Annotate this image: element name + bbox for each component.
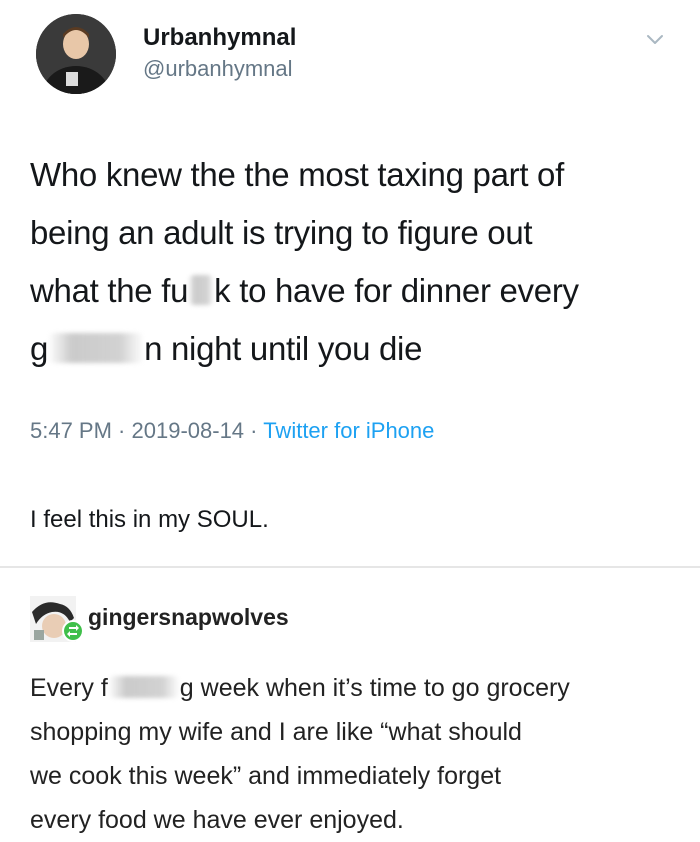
- tweet-text-line: Who knew the the most taxing part of: [30, 156, 564, 193]
- reblog-text-line: shopping my wife and I are like “what sh…: [30, 718, 522, 746]
- reblog-text-line: Every f g week when it’s time to go groce…: [30, 666, 680, 710]
- reblog-icon: [62, 620, 84, 642]
- reblog-text-line: we cook this week” and immediately forge…: [30, 762, 502, 790]
- tweet-date[interactable]: 2019-08-14: [132, 418, 245, 443]
- censor-blur: [48, 332, 145, 363]
- reblog-text-fragment: Every f: [30, 674, 108, 702]
- tweet-header: Urbanhymnal @urbanhymnal: [30, 14, 680, 94]
- tweet-time[interactable]: 5:47 PM: [30, 418, 112, 443]
- meta-separator: ·: [111, 418, 132, 443]
- reblog-comment: gingersnapwolves Every f g week when it’s…: [0, 568, 700, 834]
- meta-separator: ·: [244, 418, 264, 443]
- tweet-card: Urbanhymnal @urbanhymnal Who knew the th…: [0, 0, 700, 566]
- reblog-text-fragment: g week when it’s time to go grocery: [179, 674, 570, 702]
- reblog-text-line: every food we have ever enjoyed.: [30, 806, 404, 834]
- tweet-meta: 5:47 PM · 2019-08-14 · Twitter for iPhon…: [30, 414, 434, 448]
- tweet-text-line: g n night until you die: [30, 320, 680, 378]
- user-names: Urbanhymnal @urbanhymnal: [143, 24, 296, 84]
- censor-blur: [107, 675, 180, 698]
- user-handle[interactable]: @urbanhymnal: [143, 54, 296, 84]
- display-name[interactable]: Urbanhymnal: [143, 24, 296, 52]
- reblog-username[interactable]: gingersnapwolves: [88, 602, 289, 632]
- chevron-down-icon[interactable]: [644, 28, 666, 50]
- tweet-text-fragment: what the fu: [30, 272, 189, 309]
- reblog-icon-glyph: [67, 625, 79, 637]
- tweet-text-line: being an adult is trying to figure out: [30, 214, 533, 251]
- tweet-text-line: what the fu k to have for dinner every: [30, 262, 680, 320]
- reblog-caption: I feel this in my SOUL.: [30, 506, 269, 533]
- tweet-text-fragment: k to have for dinner every: [214, 272, 579, 309]
- user-avatar-icon[interactable]: [36, 14, 116, 94]
- tweet-text-fragment: n night until you die: [144, 330, 423, 367]
- tweet-text: Who knew the the most taxing part of bei…: [30, 146, 680, 378]
- tweet-source-link[interactable]: Twitter for iPhone: [263, 418, 434, 443]
- censor-blur: [188, 274, 215, 305]
- reblog-text: Every f g week when it’s time to go groce…: [30, 666, 680, 842]
- tweet-text-fragment: g: [30, 330, 49, 367]
